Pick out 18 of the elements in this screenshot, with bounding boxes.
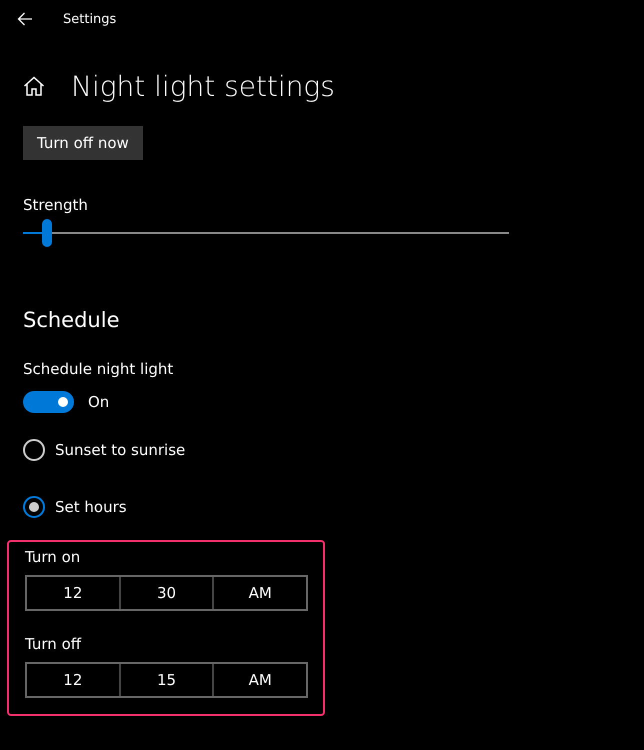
turn-off-now-button[interactable]: Turn off now <box>23 126 143 160</box>
radio-button[interactable] <box>23 439 45 461</box>
radio-button[interactable] <box>23 496 45 518</box>
toggle-state: On <box>88 393 110 411</box>
section-heading: Schedule <box>23 308 120 332</box>
toggle-switch[interactable] <box>23 391 74 413</box>
strength-slider[interactable] <box>23 219 509 247</box>
back-icon[interactable] <box>17 12 33 26</box>
window-title: Settings <box>63 12 116 26</box>
strength-label: Strength <box>23 196 89 214</box>
radio-label[interactable]: Sunset to sunrise <box>55 441 186 459</box>
time-label: Turn off <box>25 635 82 653</box>
schedule-label: Schedule night light <box>23 360 174 378</box>
slider-thumb[interactable] <box>42 219 52 247</box>
time-label: Turn on <box>25 548 82 566</box>
radio-label[interactable]: Set hours <box>55 498 127 516</box>
home-icon[interactable] <box>23 76 45 96</box>
page-title: Night light settings <box>71 70 335 102</box>
